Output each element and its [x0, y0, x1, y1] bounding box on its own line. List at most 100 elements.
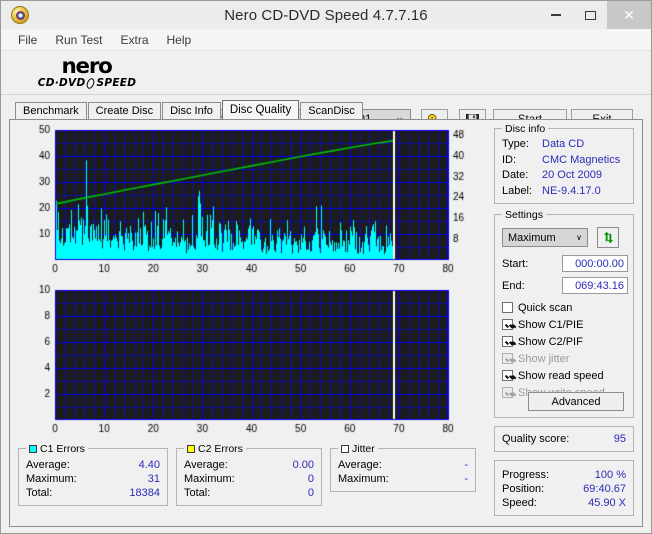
start-field[interactable]: 000:00.00: [562, 255, 628, 272]
checkbox-show-read-speed[interactable]: Show read speed: [502, 368, 605, 383]
progress-label: Progress:: [502, 469, 550, 481]
speed-row: Speed: 45.90 X: [502, 496, 626, 510]
tab-scandisc[interactable]: ScanDisc: [300, 102, 363, 119]
disc-type-row: Type: Data CD: [502, 137, 627, 153]
c1-pie-chart: [10, 122, 490, 282]
chevron-down-icon: ∨: [576, 233, 582, 242]
close-icon: ✕: [623, 6, 635, 23]
jitter-label: Jitter: [352, 443, 375, 455]
c1-total-label: Total:: [26, 487, 53, 499]
c1-average-label: Average:: [26, 459, 70, 471]
disc-label-value: NE-9.4.17.0: [542, 184, 601, 197]
jitter-maximum-value: -: [464, 473, 468, 485]
checkbox-show-c1-pie[interactable]: Show C1/PIE: [502, 317, 605, 332]
title-bar: Nero CD-DVD Speed 4.7.7.16 ✕: [1, 1, 651, 29]
maximize-button[interactable]: [573, 1, 607, 29]
advanced-button[interactable]: Advanced: [528, 392, 624, 411]
maximize-icon: [584, 10, 596, 20]
tab-disc-info[interactable]: Disc Info: [162, 102, 221, 119]
menu-bar: File Run Test Extra Help: [1, 29, 651, 51]
show-jitter-checkbox-icon: [502, 353, 513, 364]
refresh-button[interactable]: [597, 227, 619, 248]
progress-value: 100 %: [594, 469, 626, 481]
jitter-average-row: Average: -: [338, 458, 468, 472]
disc-id-label: ID:: [502, 153, 517, 166]
c1-total-row: Total: 18384: [26, 486, 160, 500]
show-c1-pie-checkbox-icon: [502, 319, 513, 330]
jitter-box: Jitter Average: - Maximum: -: [330, 443, 476, 492]
menu-item-extra[interactable]: Extra: [111, 31, 157, 49]
menu-item-run-test[interactable]: Run Test: [46, 31, 111, 49]
quick-scan-checkbox-icon: [502, 302, 513, 313]
menu-item-help[interactable]: Help: [158, 31, 201, 49]
disc-type-label: Type:: [502, 138, 529, 150]
c1-maximum-label: Maximum:: [26, 473, 77, 485]
end-field[interactable]: 069:43.16: [562, 277, 628, 294]
quality-score-label: Quality score:: [502, 433, 570, 445]
quality-score-box: Quality score: 95: [494, 426, 634, 452]
jitter-maximum-label: Maximum:: [338, 473, 389, 485]
c2-pif-chart: [10, 282, 490, 442]
disc-quality-panel: C1 Errors Average: 4.40 Maximum: 31 Tota…: [9, 119, 643, 527]
logo-wordmark: nero: [61, 54, 113, 78]
c2-total-label: Total:: [184, 487, 211, 499]
disc-type-value: Data CD: [542, 138, 585, 150]
status-box: Progress: 100 % Position: 69:40.67 Speed…: [494, 460, 634, 516]
logo-sub-right: SPEED: [96, 77, 137, 90]
nero-logo: nero CD·DVD SPEED: [26, 54, 148, 90]
checkbox-show-jitter: Show jitter: [502, 351, 605, 366]
checkbox-quick-scan[interactable]: Quick scan: [502, 300, 605, 315]
start-label: Start:: [502, 257, 529, 270]
disc-date-row: Date: 20 Oct 2009: [502, 168, 627, 184]
jitter-title: Jitter: [338, 443, 378, 455]
disc-date-value: 20 Oct 2009: [542, 169, 602, 181]
position-row: Position: 69:40.67: [502, 482, 626, 496]
refresh-arrows-icon: [603, 231, 613, 244]
c2-maximum-row: Maximum: 0: [184, 472, 314, 486]
disc-id-row: ID: CMC Magnetics: [502, 153, 627, 169]
tab-benchmark[interactable]: Benchmark: [15, 102, 87, 119]
settings-box: Settings Maximum ∨ Start: 000:00.00 End:…: [494, 209, 634, 418]
c1-errors-label: C1 Errors: [40, 443, 85, 455]
disc-id-value: CMC Magnetics: [542, 153, 621, 166]
show-c2-pif-label: Show C2/PIF: [518, 335, 583, 348]
quality-score-value: 95: [613, 433, 626, 445]
c2-errors-label: C2 Errors: [198, 443, 243, 455]
c2-average-value: 0.00: [292, 459, 314, 471]
disc-date-label: Date:: [502, 169, 529, 181]
c1-average-row: Average: 4.40: [26, 458, 160, 472]
c2-total-value: 0: [307, 487, 314, 499]
show-read-speed-checkbox-icon: [502, 370, 513, 381]
c2-maximum-label: Maximum:: [184, 473, 235, 485]
progress-row: Progress: 100 %: [502, 468, 626, 482]
app-window: Nero CD-DVD Speed 4.7.7.16 ✕ File Run Te…: [0, 0, 652, 534]
end-label: End:: [502, 279, 525, 292]
c1-average-value: 4.40: [138, 459, 160, 471]
position-label: Position:: [502, 483, 545, 495]
disc-label-label: Label:: [502, 184, 532, 197]
window-controls: ✕: [539, 1, 651, 29]
logo-slash-icon: [85, 77, 97, 90]
c2-errors-box: C2 Errors Average: 0.00 Maximum: 0 Total…: [176, 443, 322, 506]
disc-info-title: Disc info: [502, 123, 549, 135]
menu-item-file[interactable]: File: [9, 31, 46, 49]
close-button[interactable]: ✕: [607, 1, 651, 29]
speed-select-value: Maximum: [508, 231, 556, 244]
toolbar: nero CD·DVD SPEED [2:1] Optiarc DVD RW A…: [1, 51, 651, 131]
c1-legend-swatch: [29, 445, 37, 453]
jitter-legend-swatch: [341, 445, 349, 453]
minimize-button[interactable]: [539, 1, 573, 29]
tab-disc-quality[interactable]: Disc Quality: [221, 100, 300, 119]
jitter-average-value: -: [464, 459, 468, 471]
logo-sub-left: CD·DVD: [37, 77, 86, 90]
speed-select[interactable]: Maximum ∨: [502, 228, 588, 247]
checkbox-show-c2-pif[interactable]: Show C2/PIF: [502, 334, 605, 349]
position-value: 69:40.67: [583, 483, 626, 495]
c1-maximum-row: Maximum: 31: [26, 472, 160, 486]
app-icon: [11, 6, 29, 24]
settings-title: Settings: [502, 209, 546, 221]
c2-total-row: Total: 0: [184, 486, 314, 500]
tab-create-disc[interactable]: Create Disc: [87, 102, 162, 119]
logo-subtitle: CD·DVD SPEED: [37, 77, 137, 90]
charts-column: C1 Errors Average: 4.40 Maximum: 31 Tota…: [10, 120, 490, 526]
